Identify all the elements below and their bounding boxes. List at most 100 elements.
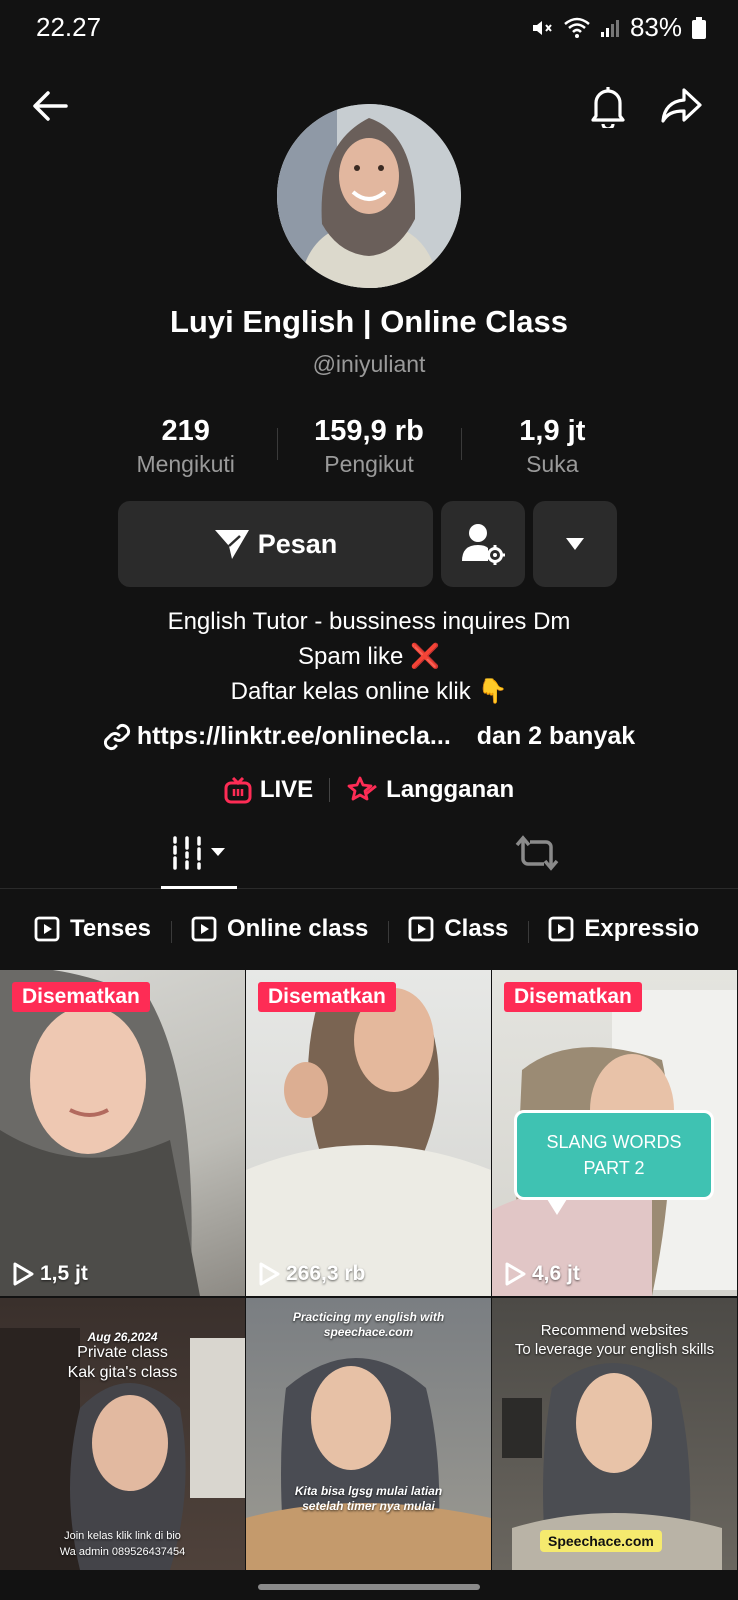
active-tab-indicator	[161, 886, 237, 889]
profile-actions: Pesan	[118, 501, 617, 587]
tab-videos[interactable]	[154, 820, 244, 886]
live-button[interactable]: LIVE	[224, 776, 313, 804]
signal-icon	[600, 19, 619, 37]
stat-label: Pengikut	[324, 451, 414, 477]
bio-line: Daftar kelas online klik 👇	[0, 674, 738, 709]
video-caption: Join kelas klik link di bio	[64, 1530, 181, 1542]
view-count: 266,3 rb	[258, 1262, 365, 1286]
caret-down-icon	[566, 538, 584, 550]
video-caption: Practicing my english with	[292, 1310, 445, 1324]
wifi-icon	[564, 17, 590, 38]
play-square-icon	[548, 916, 574, 942]
stat-value: 159,9 rb	[314, 415, 424, 447]
playlist-bar: Tenses Online class Class Expressio	[0, 898, 738, 960]
slang-words-bubble: SLANG WORDS PART 2	[514, 1110, 714, 1215]
video-thumbnail	[0, 970, 200, 1296]
home-indicator[interactable]	[258, 1584, 480, 1590]
bio-line: English Tutor - bussiness inquires Dm	[167, 608, 571, 635]
status-icons: 83%	[530, 12, 706, 43]
video-date: Aug 26,2024	[87, 1330, 158, 1344]
content-tabs	[0, 820, 738, 889]
profile-stats: 219 Mengikuti 159,9 rb Pengikut 1,9 jt S…	[94, 414, 644, 484]
divider	[329, 778, 331, 802]
subscription-button[interactable]: Langganan	[346, 776, 514, 804]
avatar-photo	[277, 104, 461, 288]
more-links-button[interactable]: dan 2 banyak	[477, 722, 635, 751]
subscription-label: Langganan	[386, 776, 515, 803]
playlist-item[interactable]: Class	[388, 915, 528, 943]
cross-mark-icon: ❌	[410, 642, 440, 670]
playlist-item[interactable]: Tenses	[0, 915, 171, 943]
play-square-icon	[191, 916, 217, 942]
status-time: 22.27	[36, 12, 102, 42]
playlist-label: Class	[444, 915, 509, 942]
video-caption: Kita bisa lgsg mulai latian	[294, 1484, 443, 1498]
view-count: 4,6 jt	[504, 1262, 580, 1286]
video-caption: Kak gita's class	[67, 1364, 178, 1381]
bio-line: Spam like ❌	[0, 639, 738, 674]
profile-avatar[interactable]	[277, 104, 461, 288]
view-count: 1,5 jt	[12, 1262, 88, 1286]
play-square-icon	[34, 916, 60, 942]
repost-icon	[515, 835, 559, 871]
video-tile[interactable]: Disematkan 1,5 jt	[0, 970, 245, 1296]
website-label: Speechace.com	[540, 1530, 662, 1552]
play-outline-icon	[13, 1262, 34, 1286]
video-caption: Wa admin 089526437454	[59, 1546, 186, 1558]
playlist-label: Tenses	[70, 915, 151, 942]
pointing-down-icon: 👇	[477, 677, 508, 705]
live-subscription-row: LIVE Langganan	[0, 776, 738, 804]
video-caption: speechace.com	[323, 1325, 414, 1339]
bio-line-text: Daftar kelas online klik	[230, 678, 471, 705]
battery-percent: 83%	[629, 12, 682, 42]
playlist-item[interactable]: Expressio	[528, 915, 719, 943]
video-caption: To leverage your english skills	[514, 1341, 715, 1358]
pinned-badge: Disematkan	[504, 982, 642, 1012]
video-caption: setelah timer nya mulai	[302, 1499, 435, 1513]
video-tile[interactable]: Disematkan SLANG WORDS PART 2 4,6 jt	[492, 970, 737, 1296]
share-arrow-icon	[661, 88, 702, 123]
play-outline-icon	[505, 1262, 526, 1286]
profile-handle: @iniyuliant	[312, 351, 426, 377]
stat-label: Suka	[526, 451, 579, 477]
back-button[interactable]	[22, 78, 78, 134]
tab-reposts[interactable]	[492, 820, 582, 886]
video-caption: Recommend websites	[540, 1322, 689, 1339]
profile-link[interactable]: https://linktr.ee/onlinecla...	[137, 722, 451, 751]
notification-button[interactable]	[580, 78, 636, 134]
video-tile[interactable]: Recommend websites To leverage your engl…	[492, 1298, 737, 1570]
video-grid-icon	[173, 836, 225, 870]
profile-link-row: https://linktr.ee/onlinecla... dan 2 ban…	[0, 722, 738, 751]
mute-icon	[532, 20, 552, 35]
bell-icon	[591, 87, 625, 128]
stat-following[interactable]: 219 Mengikuti	[94, 414, 277, 484]
video-caption: Private class	[77, 1344, 168, 1361]
video-tile[interactable]: Disematkan 266,3 rb	[246, 970, 491, 1296]
share-button[interactable]	[654, 78, 710, 134]
more-options-dropdown[interactable]	[533, 501, 617, 587]
video-tile[interactable]: Practicing my english with speechace.com…	[246, 1298, 491, 1570]
stat-likes[interactable]: 1,9 jt Suka	[460, 414, 644, 484]
video-tile[interactable]: Aug 26,2024 Private class Kak gita's cla…	[0, 1298, 245, 1570]
live-label: LIVE	[259, 776, 314, 803]
playlist-label: Online class	[226, 915, 369, 942]
playlist-label: Expressio	[584, 915, 700, 942]
user-settings-icon	[462, 524, 505, 565]
view-count-text: 4,6 jt	[532, 1262, 580, 1285]
playlist-item[interactable]: Online class	[170, 915, 388, 943]
message-button[interactable]: Pesan	[118, 501, 433, 587]
live-tv-icon	[224, 776, 252, 804]
message-label: Pesan	[257, 528, 338, 559]
pinned-badge: Disematkan	[12, 982, 150, 1012]
play-outline-icon	[259, 1262, 280, 1286]
battery-icon	[692, 16, 706, 39]
stat-followers[interactable]: 159,9 rb Pengikut	[277, 414, 460, 484]
view-count-text: 266,3 rb	[286, 1262, 366, 1285]
manage-account-button[interactable]	[441, 501, 525, 587]
bio-line-text: Spam like	[298, 643, 404, 670]
stat-value: 1,9 jt	[519, 415, 586, 447]
link-icon	[103, 723, 130, 750]
view-count-text: 1,5 jt	[40, 1262, 88, 1285]
arrow-left-icon	[33, 91, 68, 121]
subscription-star-icon	[347, 776, 378, 801]
